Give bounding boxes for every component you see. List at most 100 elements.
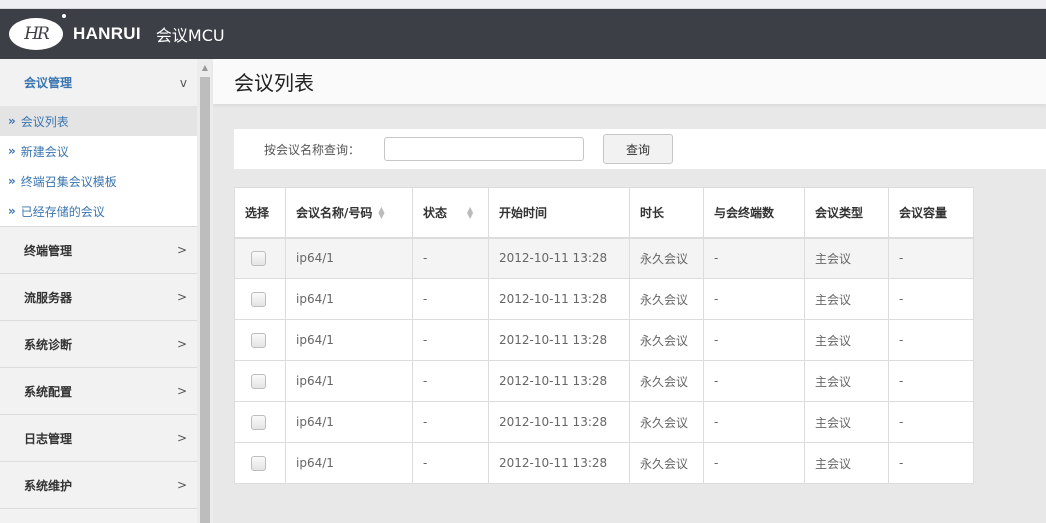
sidebar-group-label: 系统配置 <box>24 384 73 399</box>
sidebar-group-label: 系统诊断 <box>24 337 73 352</box>
double-chevron-right-icon: » <box>8 174 16 188</box>
cell-status: - <box>412 360 489 402</box>
sort-icon[interactable]: ▲ ▼ <box>467 206 473 220</box>
sidebar-item-meeting-list[interactable]: » 会议列表 <box>0 106 197 136</box>
row-checkbox[interactable] <box>251 414 266 430</box>
sidebar-group-system-config[interactable]: 系统配置 > <box>0 368 197 415</box>
cell-name-number[interactable]: ip64/1 <box>285 319 413 361</box>
table-row[interactable]: ip64/1-2012-10-11 13:28 永久会议 - 主会议 - <box>234 278 974 320</box>
cell-status: - <box>412 401 489 443</box>
cell-capacity: - <box>888 360 974 402</box>
cell-meeting-type: 主会议 <box>804 360 889 402</box>
sidebar-sub-list: » 会议列表 » 新建会议 » 终端召集会议模板 » 已经存储的会议 <box>0 106 197 227</box>
cell-capacity: - <box>888 442 974 484</box>
cell-capacity: - <box>888 278 974 320</box>
chevron-right-icon: > <box>176 337 187 351</box>
registered-mark-icon <box>62 14 66 18</box>
scroll-up-arrow-icon[interactable]: ▲ <box>197 59 213 75</box>
page-title-bar: 会议列表 <box>213 59 1046 104</box>
cell-participant-count: - <box>703 442 805 484</box>
table-row[interactable]: ip64/1-2012-10-11 13:28 永久会议 - 主会议 - <box>234 442 974 484</box>
row-checkbox[interactable] <box>251 291 266 307</box>
row-checkbox[interactable] <box>251 332 266 348</box>
app-header: HR HANRUI 会议MCU <box>0 9 1046 59</box>
logo-monogram: HR <box>24 24 50 44</box>
cell-participant-count: - <box>703 401 805 443</box>
table-header-row: 选择 会议名称/号码 ▲ ▼ 状态 ▲ ▼ 开始时间 时长 与会终端数 会议类型 会议容… <box>234 187 974 239</box>
cell-duration: 永久会议 <box>629 360 704 402</box>
meeting-name-search-input[interactable] <box>384 137 585 161</box>
column-label: 会议名称/号码 <box>296 205 373 220</box>
col-meeting-type: 会议类型 <box>804 187 889 239</box>
col-select: 选择 <box>234 187 286 239</box>
table-body: ip64/1-2012-10-11 13:28 永久会议 - 主会议 - ip64/1-2… <box>234 237 974 484</box>
cell-name-number[interactable]: ip64/1 <box>285 237 413 279</box>
row-checkbox[interactable] <box>251 373 266 389</box>
page-title: 会议列表 <box>234 71 314 95</box>
sidebar-group-system-diagnosis[interactable]: 系统诊断 > <box>0 321 197 368</box>
scrollbar-thumb[interactable] <box>200 77 210 523</box>
hanrui-logo: HR <box>9 14 66 50</box>
table-row[interactable]: ip64/1-2012-10-11 13:28 永久会议 - 主会议 - <box>234 401 974 443</box>
cell-status: - <box>412 278 489 320</box>
chevron-right-icon: > <box>176 478 187 492</box>
cell-meeting-type: 主会议 <box>804 237 889 279</box>
cell-duration: 永久会议 <box>629 319 704 361</box>
sidebar-group-label: 日志管理 <box>24 431 73 446</box>
cell-select <box>234 442 286 484</box>
cell-start-time: 2012-10-11 13:28 <box>488 442 630 484</box>
cell-select <box>234 278 286 320</box>
cell-status: - <box>412 319 489 361</box>
sidebar-group-label: 流服务器 <box>24 290 73 305</box>
double-chevron-right-icon: » <box>8 144 16 158</box>
sidebar-item-terminal-convene-template[interactable]: » 终端召集会议模板 <box>0 166 197 196</box>
cell-capacity: - <box>888 401 974 443</box>
col-duration: 时长 <box>629 187 704 239</box>
cell-duration: 永久会议 <box>629 401 704 443</box>
table-row[interactable]: ip64/1-2012-10-11 13:28 永久会议 - 主会议 - <box>234 319 974 361</box>
col-status[interactable]: 状态 ▲ ▼ <box>412 187 489 239</box>
col-name-number[interactable]: 会议名称/号码 ▲ ▼ <box>285 187 413 239</box>
sidebar-group-meeting-management[interactable]: 会议管理 v <box>0 59 197 106</box>
sidebar: 会议管理 v » 会议列表 » 新建会议 » 终端召集会议模板 » 已经存储的会… <box>0 59 197 523</box>
query-button[interactable]: 查询 <box>603 134 674 164</box>
row-checkbox[interactable] <box>251 455 266 471</box>
chevron-down-icon: v <box>179 75 187 90</box>
sidebar-group-terminal-management[interactable]: 终端管理 > <box>0 227 197 274</box>
cell-select <box>234 360 286 402</box>
cell-name-number[interactable]: ip64/1 <box>285 442 413 484</box>
cell-name-number[interactable]: ip64/1 <box>285 278 413 320</box>
sort-icon[interactable]: ▲ ▼ <box>378 206 384 220</box>
sidebar-group-stream-server[interactable]: 流服务器 > <box>0 274 197 321</box>
cell-participant-count: - <box>703 360 805 402</box>
table-row[interactable]: ip64/1-2012-10-11 13:28 永久会议 - 主会议 - <box>234 360 974 402</box>
cell-meeting-type: 主会议 <box>804 442 889 484</box>
chevron-right-icon: > <box>176 243 187 257</box>
sidebar-group-label: 终端管理 <box>24 243 73 258</box>
sidebar-item-stored-meetings[interactable]: » 已经存储的会议 <box>0 196 197 226</box>
cell-start-time: 2012-10-11 13:28 <box>488 319 630 361</box>
sidebar-scrollbar[interactable]: ▲ <box>197 59 213 523</box>
cell-participant-count: - <box>703 278 805 320</box>
sidebar-item-label: 终端召集会议模板 <box>20 174 117 189</box>
column-label: 状态 <box>423 205 448 220</box>
sidebar-item-new-meeting[interactable]: » 新建会议 <box>0 136 197 166</box>
browser-top-strip <box>0 0 1046 9</box>
cell-name-number[interactable]: ip64/1 <box>285 360 413 402</box>
sidebar-group-log-management[interactable]: 日志管理 > <box>0 415 197 462</box>
cell-select <box>234 237 286 279</box>
table-row[interactable]: ip64/1-2012-10-11 13:28 永久会议 - 主会议 - <box>234 237 974 279</box>
col-participant-count: 与会终端数 <box>703 187 805 239</box>
chevron-right-icon: > <box>176 290 187 304</box>
sidebar-group-label: 会议管理 <box>24 76 73 90</box>
chevron-right-icon: > <box>176 431 187 445</box>
cell-meeting-type: 主会议 <box>804 401 889 443</box>
product-name: 会议MCU <box>155 26 225 45</box>
cell-participant-count: - <box>703 237 805 279</box>
row-checkbox[interactable] <box>251 250 266 266</box>
brand-name: HANRUI <box>73 24 141 43</box>
sidebar-group-system-maintenance[interactable]: 系统维护 > <box>0 462 197 509</box>
cell-select <box>234 319 286 361</box>
cell-name-number[interactable]: ip64/1 <box>285 401 413 443</box>
double-chevron-right-icon: » <box>8 114 16 128</box>
